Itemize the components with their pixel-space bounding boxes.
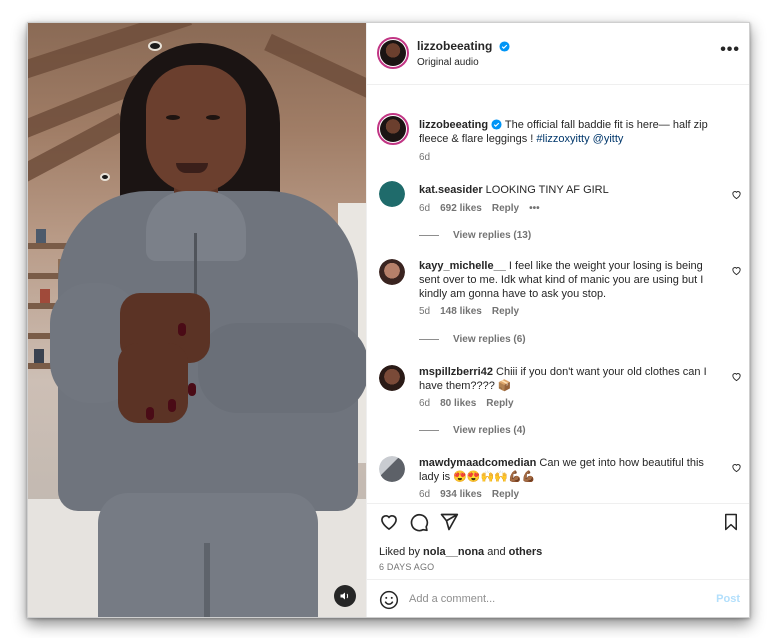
comment-bubble-icon[interactable] bbox=[409, 512, 429, 532]
comment-age: 5d bbox=[419, 306, 431, 317]
verified-badge-icon bbox=[499, 41, 510, 52]
fingernail bbox=[168, 399, 176, 412]
more-options-button[interactable]: ••• bbox=[720, 41, 740, 59]
like-comment-heart-icon[interactable] bbox=[731, 265, 742, 276]
author-avatar[interactable] bbox=[377, 113, 409, 145]
reply-button[interactable]: Reply bbox=[492, 203, 519, 214]
comment-text: kayy_michelle__ I feel like the weight y… bbox=[419, 259, 719, 301]
person-eye bbox=[206, 115, 220, 120]
view-replies-label[interactable]: View replies (6) bbox=[453, 334, 526, 345]
post-sidebar: lizzobeeating Original audio ••• lizzobe… bbox=[366, 23, 749, 617]
fingernail bbox=[146, 407, 154, 420]
liked-by-others[interactable]: others bbox=[509, 546, 543, 558]
caption-text: lizzobeeating The official fall baddie f… bbox=[419, 118, 719, 146]
view-replies-button[interactable]: View replies (6) bbox=[419, 334, 526, 345]
view-replies-label[interactable]: View replies (4) bbox=[453, 425, 526, 436]
shelf-object bbox=[40, 289, 50, 303]
liked-by-user[interactable]: nola__nona bbox=[423, 546, 484, 558]
comment-more-button[interactable]: ••• bbox=[529, 203, 540, 214]
fingernail bbox=[188, 383, 196, 396]
post-video[interactable] bbox=[28, 23, 366, 617]
ceiling-light bbox=[148, 41, 162, 51]
commenter-username[interactable]: mawdymaadcomedian bbox=[419, 457, 536, 469]
comment-age: 6d bbox=[419, 203, 431, 214]
comment-age: 6d bbox=[419, 489, 431, 500]
ceiling-beam bbox=[264, 33, 366, 110]
comment-likes[interactable]: 692 likes bbox=[440, 203, 482, 214]
comment-age: 6d bbox=[419, 398, 431, 409]
caption-age: 6d bbox=[419, 152, 431, 163]
person-arm bbox=[198, 323, 366, 413]
post-timestamp[interactable]: 6 DAYS AGO bbox=[379, 562, 434, 572]
caption-username[interactable]: lizzobeeating bbox=[419, 119, 488, 131]
comment-body: LOOKING TINY AF GIRL bbox=[482, 184, 609, 196]
reply-button[interactable]: Reply bbox=[486, 398, 513, 409]
author-username[interactable]: lizzobeeating bbox=[417, 39, 492, 53]
like-comment-heart-icon[interactable] bbox=[731, 371, 742, 382]
comment-meta: 6d 692 likes Reply ••• bbox=[419, 203, 550, 214]
comment-text: kat.seasider LOOKING TINY AF GIRL bbox=[419, 183, 719, 197]
like-heart-icon[interactable] bbox=[379, 512, 399, 532]
commenter-avatar[interactable] bbox=[379, 181, 405, 207]
speaker-icon bbox=[340, 592, 349, 600]
leggings-seam bbox=[204, 543, 210, 617]
comment-text: mspillzberri42 Chiii if you don't want y… bbox=[419, 365, 719, 393]
emoji-smiley-icon[interactable] bbox=[379, 590, 399, 610]
replies-divider bbox=[419, 430, 439, 431]
replies-divider bbox=[419, 235, 439, 236]
post-comment-button[interactable]: Post bbox=[716, 593, 740, 605]
add-comment-input[interactable]: Add a comment... bbox=[409, 593, 495, 605]
caption-mention[interactable]: @yitty bbox=[593, 133, 624, 145]
comment-text: mawdymaadcomedian Can we get into how be… bbox=[419, 456, 719, 484]
reply-button[interactable]: Reply bbox=[492, 489, 519, 500]
ceiling-light bbox=[100, 173, 110, 181]
comments-list[interactable]: lizzobeeating The official fall baddie f… bbox=[367, 85, 749, 503]
person-face bbox=[146, 65, 246, 193]
mute-button[interactable] bbox=[334, 585, 356, 607]
commenter-avatar[interactable] bbox=[379, 365, 405, 391]
liked-by-text: Liked by nola__nona and others bbox=[379, 546, 542, 558]
verified-badge-icon bbox=[491, 119, 502, 130]
post-modal: lizzobeeating Original audio ••• lizzobe… bbox=[27, 22, 750, 618]
view-replies-label[interactable]: View replies (13) bbox=[453, 230, 531, 241]
audio-label[interactable]: Original audio bbox=[417, 57, 479, 68]
replies-divider bbox=[419, 339, 439, 340]
comment-likes[interactable]: 148 likes bbox=[440, 306, 482, 317]
reply-button[interactable]: Reply bbox=[492, 306, 519, 317]
view-replies-button[interactable]: View replies (13) bbox=[419, 230, 531, 241]
commenter-username[interactable]: kayy_michelle__ bbox=[419, 260, 506, 272]
commenter-avatar[interactable] bbox=[379, 259, 405, 285]
share-paper-plane-icon[interactable] bbox=[439, 512, 459, 532]
person-eye bbox=[166, 115, 180, 120]
commenter-username[interactable]: kat.seasider bbox=[419, 184, 483, 196]
comment-meta: 5d 148 likes Reply bbox=[419, 306, 529, 317]
author-avatar[interactable] bbox=[377, 37, 409, 69]
view-replies-button[interactable]: View replies (4) bbox=[419, 425, 526, 436]
post-header: lizzobeeating Original audio ••• bbox=[367, 23, 749, 85]
shelf-object bbox=[36, 229, 46, 243]
comment-composer: Add a comment... Post bbox=[367, 579, 749, 617]
person-mouth bbox=[176, 163, 208, 173]
shelf-object bbox=[34, 349, 44, 363]
comment-meta: 6d 80 likes Reply bbox=[419, 398, 524, 409]
comment-meta: 6d 934 likes Reply bbox=[419, 489, 529, 500]
comment-likes[interactable]: 934 likes bbox=[440, 489, 482, 500]
caption-hashtag[interactable]: #lizzoxyitty bbox=[536, 133, 589, 145]
commenter-username[interactable]: mspillzberri42 bbox=[419, 366, 493, 378]
commenter-avatar[interactable] bbox=[379, 456, 405, 482]
fingernail bbox=[178, 323, 186, 336]
liked-by-and: and bbox=[484, 546, 509, 558]
like-comment-heart-icon[interactable] bbox=[731, 189, 742, 200]
like-comment-heart-icon[interactable] bbox=[731, 462, 742, 473]
liked-by-prefix: Liked by bbox=[379, 546, 424, 558]
save-bookmark-icon[interactable] bbox=[722, 512, 740, 532]
post-actions: Liked by nola__nona and others 6 DAYS AG… bbox=[367, 503, 749, 579]
comment-likes[interactable]: 80 likes bbox=[440, 398, 476, 409]
